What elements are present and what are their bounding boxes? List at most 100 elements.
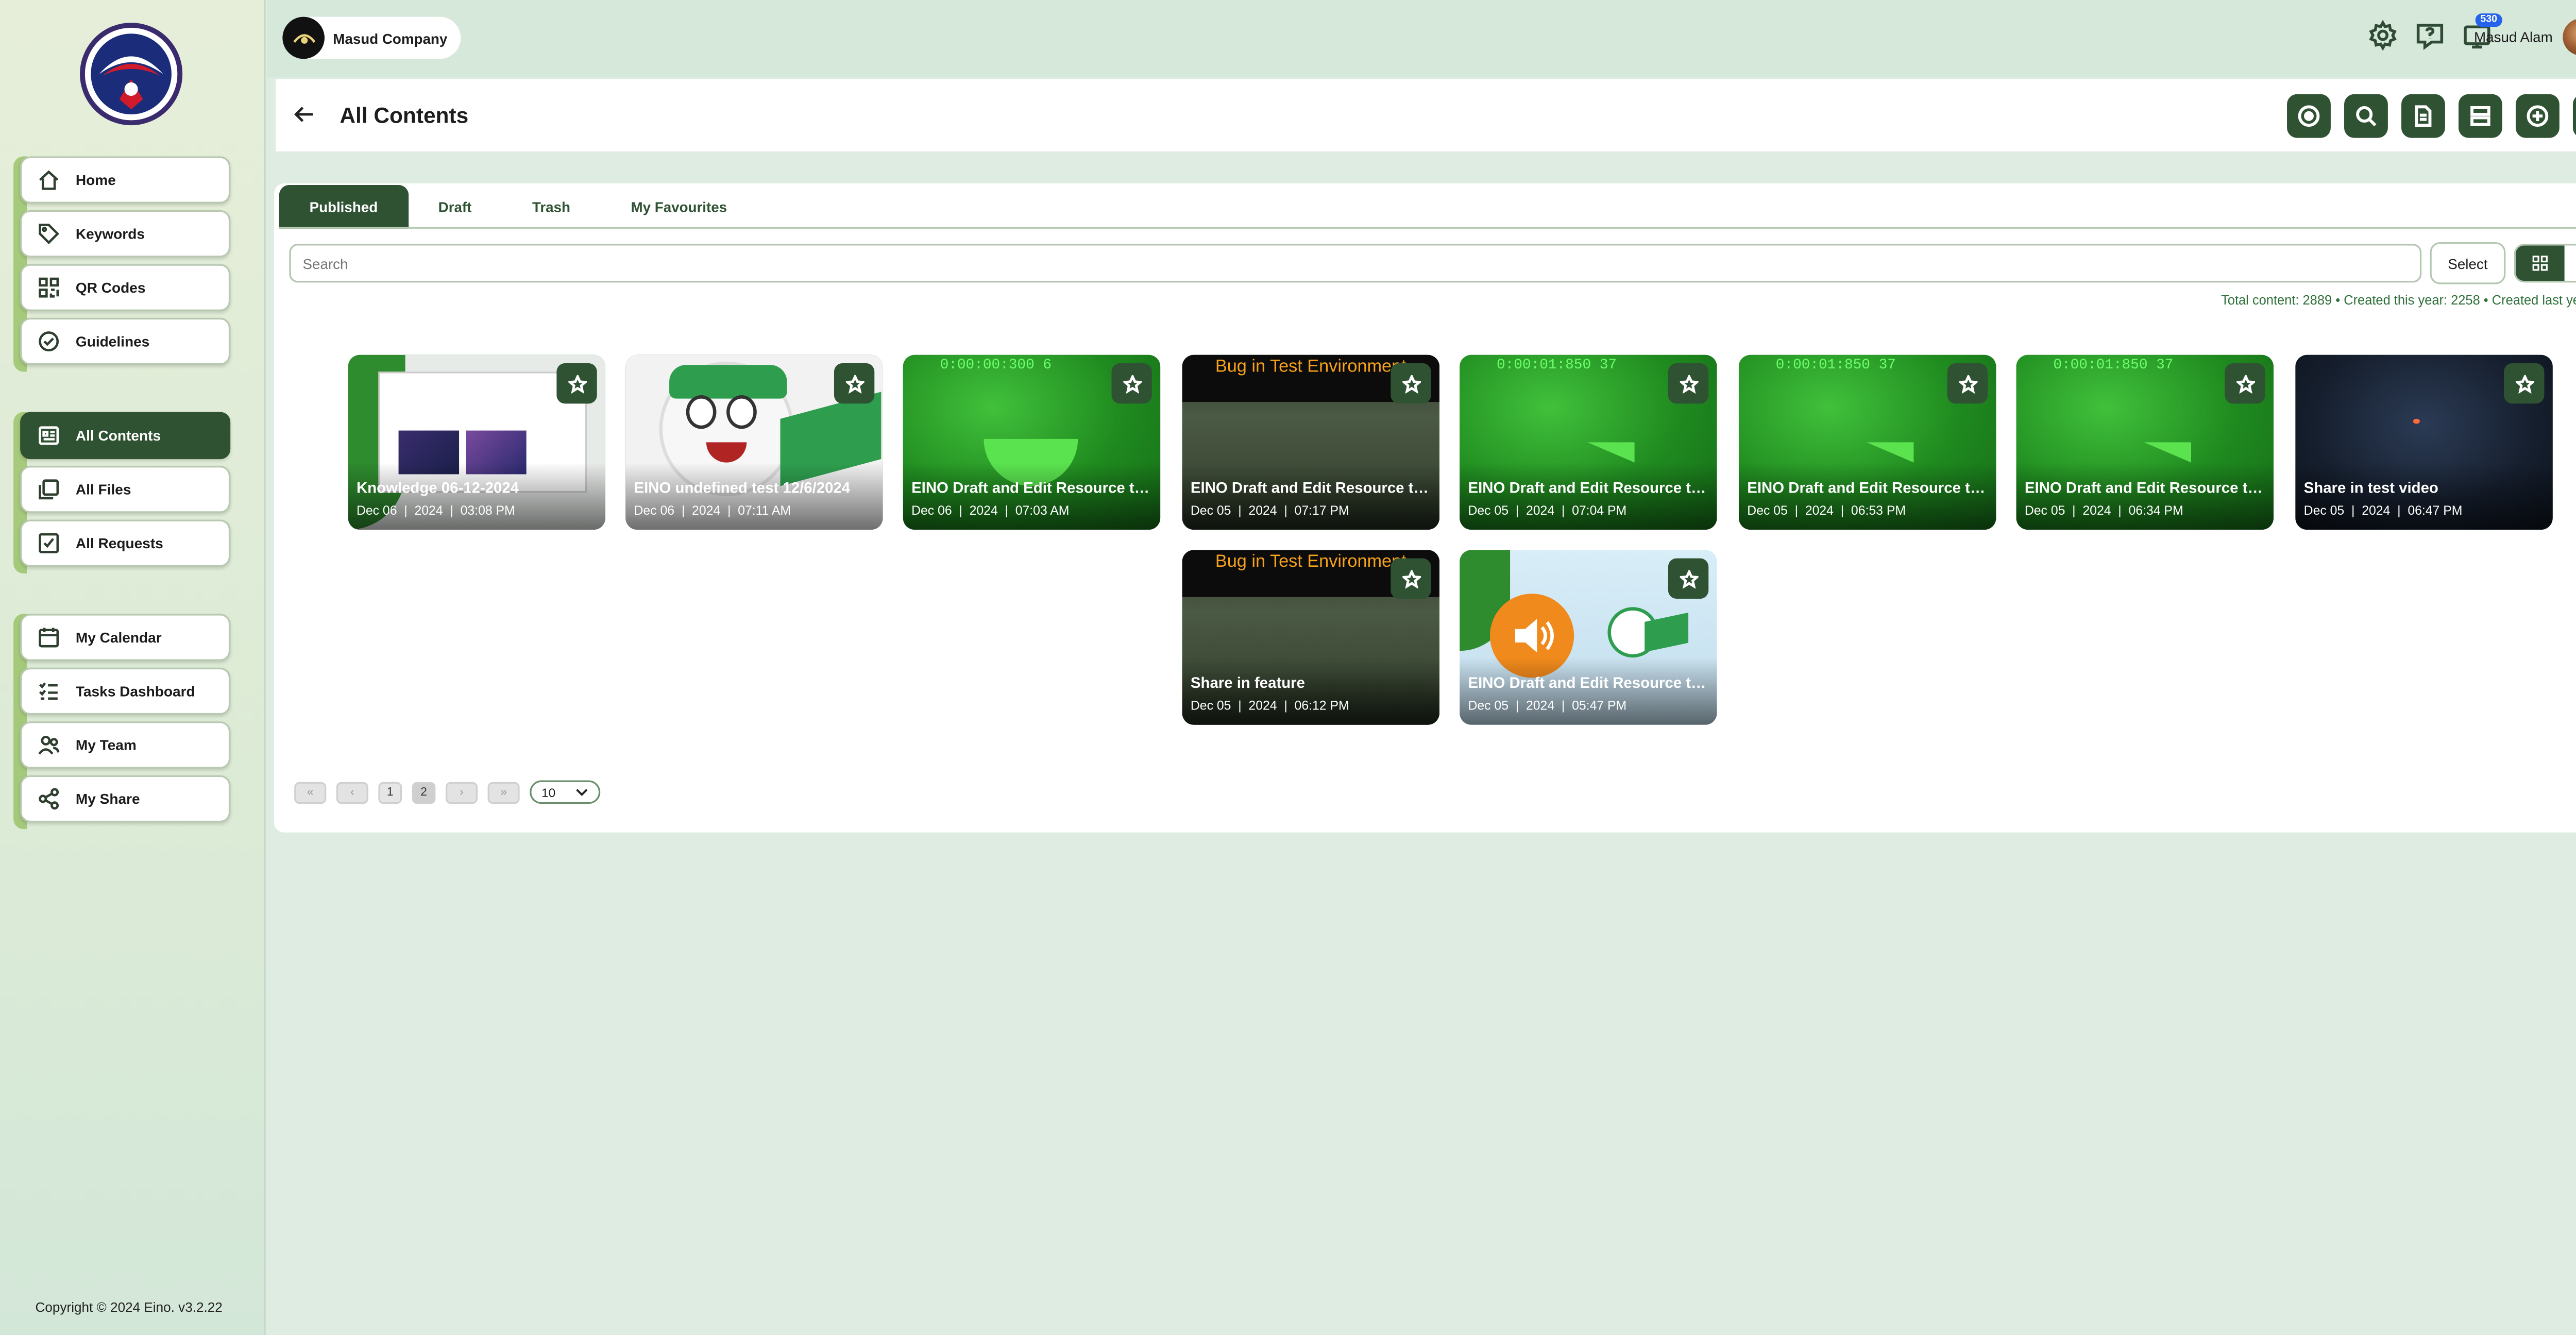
- favorite-button[interactable]: [1391, 558, 1431, 599]
- target-icon: [2298, 105, 2320, 127]
- content-card[interactable]: Bug in Test Environment Share in feature…: [1182, 550, 1439, 725]
- next-page-button[interactable]: ›: [445, 781, 478, 803]
- last-page-button[interactable]: »: [487, 781, 520, 803]
- tab-my-favourites[interactable]: My Favourites: [601, 185, 757, 229]
- qr-icon: [22, 276, 75, 299]
- topbar: Masud Company 530 Masud Alam: [267, 0, 2576, 78]
- content-card[interactable]: Share in test video Dec 05 | 2024 | 06:4…: [2295, 354, 2553, 530]
- avatar: [2563, 18, 2576, 56]
- sidebar-item-label: Home: [75, 171, 116, 189]
- prev-page-button[interactable]: ‹: [336, 781, 368, 803]
- sidebar-item-all-files[interactable]: All Files: [20, 466, 231, 513]
- favorite-button[interactable]: [1668, 558, 1709, 599]
- per-page-value: 10: [541, 784, 556, 800]
- back-arrow-icon[interactable]: [293, 103, 316, 126]
- content-card[interactable]: EINO Draft and Edit Resource test Dec 05…: [1460, 550, 1717, 725]
- sidebar-item-label: All Files: [75, 481, 131, 498]
- sidebar-item-my-share[interactable]: My Share: [20, 775, 231, 823]
- tab-trash[interactable]: Trash: [502, 185, 601, 229]
- sidebar-item-my-team[interactable]: My Team: [20, 721, 231, 769]
- favorite-button[interactable]: [556, 363, 597, 404]
- star-icon: [2235, 374, 2255, 393]
- card-date: Dec 06 | 2024 | 07:11 AM: [634, 502, 791, 518]
- card-date: Dec 06 | 2024 | 07:03 AM: [911, 502, 1070, 518]
- content-card[interactable]: 0:00:01:850 37 EINO Draft and Edit Resou…: [1460, 354, 1717, 530]
- page-number[interactable]: 2: [412, 781, 436, 803]
- sidebar-item-guidelines[interactable]: Guidelines: [20, 317, 231, 365]
- content-card[interactable]: EINO undefined test 12/6/2024 Dec 06 | 2…: [625, 354, 883, 530]
- card-date: Dec 05 | 2024 | 05:47 PM: [1468, 698, 1627, 713]
- sidebar-item-all-requests[interactable]: All Requests: [20, 519, 231, 567]
- check-circle-icon: [22, 330, 75, 353]
- sidebar-item-tasks-dashboard[interactable]: Tasks Dashboard: [20, 667, 231, 715]
- card-date: Dec 05 | 2024 | 07:17 PM: [1190, 502, 1349, 518]
- card-title: EINO Draft and Edit Resource test: [911, 479, 1152, 496]
- favorite-button[interactable]: [834, 363, 875, 404]
- user-name: Masud Alam: [2474, 28, 2553, 46]
- tab-divider: [279, 227, 2576, 229]
- nav-group-main: Home Keywords QR Codes Guidelines: [13, 156, 231, 372]
- select-button[interactable]: Select: [2430, 242, 2506, 284]
- sidebar-item-keywords[interactable]: Keywords: [20, 210, 231, 258]
- document-button[interactable]: [2401, 94, 2445, 138]
- sidebar-item-my-calendar[interactable]: My Calendar: [20, 614, 231, 661]
- card-title: Share in feature: [1190, 674, 1305, 691]
- tab-published[interactable]: Published: [279, 185, 408, 229]
- content-card[interactable]: 0:00:00:300 6 EINO Draft and Edit Resour…: [903, 354, 1161, 530]
- title-bar: All Contents: [276, 79, 2576, 151]
- company-avatar: [282, 16, 325, 59]
- target-button[interactable]: [2287, 94, 2331, 138]
- chevron-left-icon: ‹: [350, 786, 354, 798]
- content-tabs: Published Draft Trash My Favourites: [279, 185, 757, 229]
- sidebar-item-qr-codes[interactable]: QR Codes: [20, 264, 231, 311]
- search-input[interactable]: [289, 244, 2422, 283]
- content-card[interactable]: 0:00:01:850 37 EINO Draft and Edit Resou…: [2016, 354, 2274, 530]
- favorite-button[interactable]: [1947, 363, 1988, 404]
- contents-icon: [22, 424, 75, 448]
- favorite-button[interactable]: [1111, 363, 1152, 404]
- document-icon: [2415, 105, 2432, 127]
- upload-button[interactable]: [2572, 94, 2576, 138]
- search-button[interactable]: [2344, 94, 2388, 138]
- star-icon: [1679, 569, 1698, 588]
- card-title: EINO Draft and Edit Resource test: [1468, 479, 1709, 496]
- tab-draft[interactable]: Draft: [408, 185, 502, 229]
- favorite-button[interactable]: [1391, 363, 1431, 404]
- page-number[interactable]: 1: [378, 781, 402, 803]
- sidebar-item-label: Tasks Dashboard: [75, 683, 195, 700]
- content-stats: Total content: 2889 • Created this year:…: [2221, 292, 2576, 308]
- card-title: EINO Draft and Edit Resource test: [1747, 479, 1988, 496]
- share-icon: [22, 787, 75, 811]
- list-view-button[interactable]: [2565, 246, 2576, 281]
- user-menu[interactable]: Masud Alam: [2474, 18, 2576, 56]
- grid-view-button[interactable]: [2515, 245, 2565, 281]
- content-card[interactable]: Knowledge 06-12-2024 Dec 06 | 2024 | 03:…: [348, 354, 606, 530]
- storage-icon: [2470, 106, 2490, 126]
- storage-button[interactable]: [2458, 94, 2502, 138]
- card-title: Share in test video: [2303, 479, 2438, 496]
- star-icon: [1401, 569, 1420, 588]
- video-timestamp: 0:00:01:850 37: [1775, 356, 1896, 374]
- content-card[interactable]: 0:00:01:850 37 EINO Draft and Edit Resou…: [1738, 354, 1996, 530]
- star-icon: [1401, 374, 1420, 393]
- first-page-button[interactable]: «: [294, 781, 327, 803]
- company-switcher[interactable]: Masud Company: [282, 16, 461, 59]
- video-timestamp: 0:00:00:300 6: [940, 356, 1052, 374]
- card-date: Dec 05 | 2024 | 06:12 PM: [1190, 698, 1349, 713]
- per-page-select[interactable]: 10: [530, 780, 601, 804]
- sidebar-item-all-contents[interactable]: All Contents: [20, 412, 231, 460]
- requests-icon: [22, 531, 75, 555]
- favorite-button[interactable]: [2504, 363, 2545, 404]
- settings-gear-icon[interactable]: [2368, 20, 2398, 59]
- files-icon: [22, 478, 75, 501]
- sidebar-item-home[interactable]: Home: [20, 156, 231, 204]
- eino-logo[interactable]: [79, 22, 183, 126]
- nav-group-personal: My Calendar Tasks Dashboard My Team My S…: [13, 614, 231, 830]
- page-title: All Contents: [340, 103, 469, 128]
- add-content-button[interactable]: [2515, 94, 2560, 138]
- favorite-button[interactable]: [1668, 363, 1709, 404]
- tasks-icon: [22, 680, 75, 703]
- content-card[interactable]: Bug in Test Environment EINO Draft and E…: [1182, 354, 1439, 530]
- help-icon[interactable]: [2415, 20, 2445, 59]
- favorite-button[interactable]: [2225, 363, 2265, 404]
